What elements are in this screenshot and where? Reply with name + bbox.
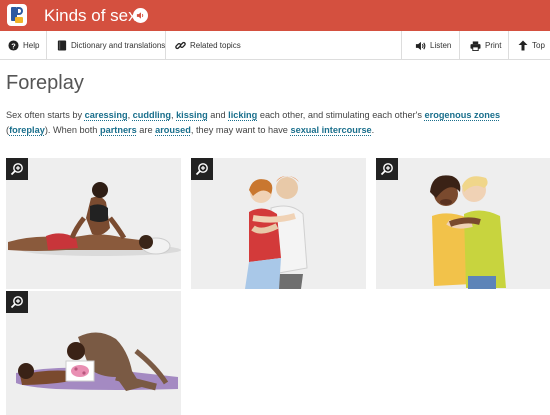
- listen-button[interactable]: Listen: [415, 31, 451, 60]
- top-button[interactable]: Top: [517, 31, 545, 60]
- printer-icon: [470, 40, 481, 51]
- speaker-icon: [415, 40, 426, 51]
- help-button[interactable]: ? Help: [8, 31, 39, 60]
- top-label: Top: [532, 41, 545, 50]
- print-button[interactable]: Print: [470, 31, 501, 60]
- zoom-icon[interactable]: [376, 158, 398, 180]
- illustration-kiss[interactable]: [376, 158, 550, 289]
- logo-icon[interactable]: [7, 4, 27, 26]
- related-topics-label: Related topics: [190, 41, 241, 50]
- related-topics-button[interactable]: Related topics: [175, 31, 241, 60]
- svg-text:?: ?: [11, 41, 16, 50]
- dictionary-label: Dictionary and translations: [71, 41, 166, 50]
- link-erogenous-zones[interactable]: erogenous zones: [425, 110, 501, 120]
- link-kissing[interactable]: kissing: [176, 110, 208, 120]
- link-cuddling[interactable]: cuddling: [133, 110, 171, 120]
- page-title: Kinds of sex: [44, 6, 137, 25]
- link-aroused[interactable]: aroused: [155, 125, 191, 135]
- hug-illustration: [245, 176, 308, 289]
- help-label: Help: [23, 41, 40, 50]
- toolbar: ? Help Dictionary and translations Relat…: [0, 31, 550, 60]
- illustration-hug[interactable]: [191, 158, 366, 289]
- help-icon: ?: [8, 40, 19, 51]
- illustration-oral[interactable]: [6, 291, 181, 415]
- section-heading: Foreplay: [6, 72, 84, 94]
- dictionary-button[interactable]: Dictionary and translations: [56, 31, 165, 60]
- link-caressing[interactable]: caressing: [85, 110, 128, 120]
- illustration-massage[interactable]: [6, 158, 181, 289]
- massage-illustration: [8, 182, 181, 256]
- link-icon: [175, 40, 186, 51]
- zoom-icon[interactable]: [191, 158, 213, 180]
- print-label: Print: [485, 41, 502, 50]
- link-foreplay[interactable]: foreplay: [9, 125, 45, 135]
- oral-illustration: [16, 332, 178, 391]
- arrow-up-icon: [517, 40, 528, 51]
- link-sexual-intercourse[interactable]: sexual intercourse: [290, 125, 371, 135]
- app-header: Kinds of sex: [0, 0, 550, 31]
- zoom-icon[interactable]: [6, 291, 28, 313]
- link-licking[interactable]: licking: [228, 110, 257, 120]
- book-icon: [56, 40, 67, 51]
- zoom-icon[interactable]: [6, 158, 28, 180]
- listen-label: Listen: [430, 41, 452, 50]
- link-partners[interactable]: partners: [100, 125, 137, 135]
- intro-paragraph: Sex often starts by caressing, cuddling,…: [6, 110, 501, 135]
- speaker-icon[interactable]: [133, 8, 148, 23]
- kiss-illustration: [430, 175, 506, 289]
